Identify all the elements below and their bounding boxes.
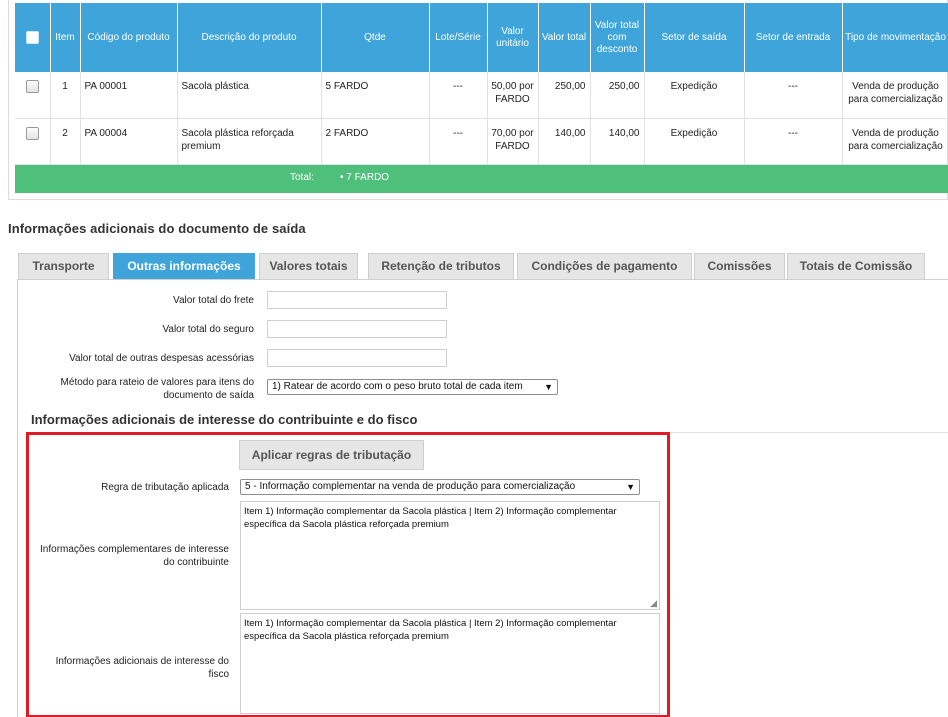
header-valor-unitario: Valor unitário (487, 3, 539, 72)
tab-outras-informacoes[interactable]: Outras informações (113, 253, 255, 279)
fisco-text: Item 1) Informação complementar da Sacol… (244, 618, 617, 642)
cell-descricao: Sacola plástica reforçada premium (177, 118, 322, 165)
regra-select-value: 5 - Informação complementar na venda de … (245, 481, 576, 492)
tab-retencao-tributos[interactable]: Retenção de tributos (368, 253, 514, 279)
total-value: • 7 FARDO (340, 172, 390, 183)
despesas-label: Valor total de outras despesas acessória… (69, 353, 254, 364)
fisco-subtitle: Informações adicionais de interesse do c… (31, 412, 418, 427)
cell-item: 2 (50, 118, 81, 165)
cell-setor-entrada: --- (744, 118, 843, 165)
total-label: Total: (290, 172, 314, 183)
contribuinte-textarea[interactable]: Item 1) Informação complementar da Sacol… (240, 501, 660, 610)
dropdown-arrow-icon: ▼ (544, 382, 553, 392)
header-setor-entrada: Setor de entrada (744, 3, 843, 72)
resize-grip-icon[interactable]: ◢ (650, 599, 657, 608)
cell-valor-desconto: 250,00 (590, 72, 645, 119)
table-header-row: Item Código do produto Descrição do prod… (15, 3, 948, 72)
row-select-cell (15, 72, 51, 119)
cell-qtde: 5 FARDO (321, 72, 430, 119)
cell-valor-desconto: 140,00 (590, 118, 645, 165)
regra-label: Regra de tributação aplicada (101, 482, 229, 493)
header-tipo-movimentacao: Tipo de movimentação (842, 3, 948, 72)
header-item: Item (50, 3, 81, 72)
metodo-select-value: 1) Ratear de acordo com o peso bruto tot… (272, 381, 523, 392)
header-codigo: Código do produto (80, 3, 178, 72)
cell-tipo-movimentacao: Venda de produção para comercialização (842, 118, 948, 165)
cell-valor-unitario: 50,00 por FARDO (487, 72, 539, 119)
tab-transporte[interactable]: Transporte (18, 253, 109, 279)
cell-qtde: 2 FARDO (321, 118, 430, 165)
row-checkbox[interactable] (25, 126, 39, 140)
tab-totais-comissao[interactable]: Totais de Comissão (787, 253, 925, 279)
table-row[interactable]: 2 PA 00004 Sacola plástica reforçada pre… (15, 118, 948, 165)
tab-valores-totais[interactable]: Valores totais (259, 253, 358, 279)
metodo-select[interactable]: 1) Ratear de acordo com o peso bruto tot… (267, 379, 558, 395)
cell-item: 1 (50, 72, 81, 119)
fisco-textarea[interactable]: Item 1) Informação complementar da Sacol… (240, 613, 660, 714)
section-title: Informações adicionais do documento de s… (8, 221, 306, 236)
metodo-label: Método para rateio de valores para itens… (60, 377, 254, 401)
table-row[interactable]: 1 PA 00001 Sacola plástica 5 FARDO --- 5… (15, 72, 948, 119)
header-qtde: Qtde (321, 3, 430, 72)
cell-codigo: PA 00001 (80, 72, 178, 119)
select-all-checkbox[interactable] (25, 30, 39, 44)
frete-label: Valor total do frete (173, 295, 254, 306)
cell-codigo: PA 00004 (80, 118, 178, 165)
contribuinte-label: Informações complementares de interesse … (40, 544, 229, 568)
cell-setor-entrada: --- (744, 72, 843, 119)
fisco-label: Informações adicionais de interesse do f… (55, 656, 229, 680)
cell-descricao: Sacola plástica (177, 72, 322, 119)
header-setor-saida: Setor de saída (644, 3, 745, 72)
regra-select[interactable]: 5 - Informação complementar na venda de … (240, 479, 640, 495)
header-descricao: Descrição do produto (177, 3, 322, 72)
seguro-label: Valor total do seguro (162, 324, 254, 335)
header-lote: Lote/Série (429, 3, 488, 72)
row-checkbox[interactable] (25, 80, 39, 93)
contribuinte-text: Item 1) Informação complementar da Sacol… (244, 506, 617, 530)
cell-setor-saida: Expedição (644, 72, 745, 119)
items-table: Item Código do produto Descrição do prod… (15, 3, 948, 165)
header-valor-desconto: Valor total com desconto (590, 3, 645, 72)
apply-tax-rules-button[interactable]: Aplicar regras de tributação (239, 440, 424, 470)
cell-lote: --- (429, 72, 488, 119)
frete-input[interactable] (267, 291, 447, 309)
cell-tipo-movimentacao: Venda de produção para comercialização (842, 72, 948, 119)
cell-valor-total: 140,00 (538, 118, 591, 165)
cell-valor-total: 250,00 (538, 72, 591, 119)
tab-comissoes[interactable]: Comissões (694, 253, 785, 279)
row-select-cell (15, 118, 51, 165)
dropdown-arrow-icon: ▼ (626, 482, 635, 492)
total-bar: Total: • 7 FARDO (15, 165, 948, 193)
despesas-input[interactable] (267, 349, 447, 367)
header-valor-total: Valor total (538, 3, 591, 72)
tab-condicoes-pagamento[interactable]: Condições de pagamento (517, 253, 692, 279)
cell-setor-saida: Expedição (644, 118, 745, 165)
select-all-header (15, 3, 51, 72)
cell-valor-unitario: 70,00 por FARDO (487, 118, 539, 165)
seguro-input[interactable] (267, 320, 447, 338)
cell-lote: --- (429, 118, 488, 165)
